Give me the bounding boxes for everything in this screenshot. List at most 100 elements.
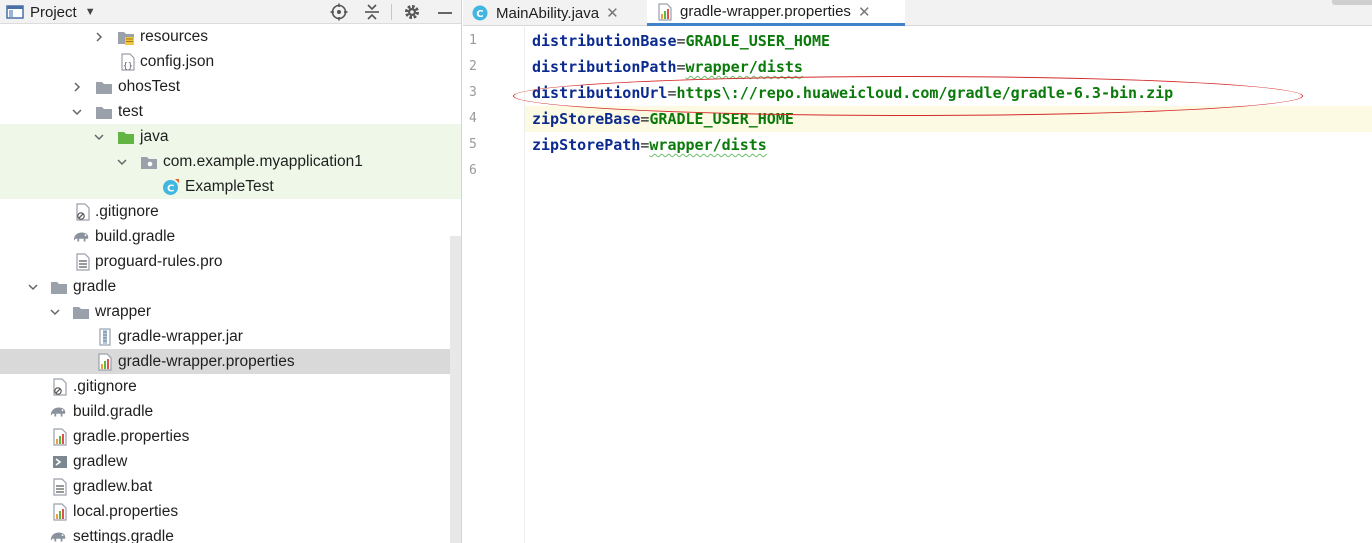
java-class-icon: C xyxy=(472,5,488,21)
property-key: distributionUrl xyxy=(532,84,668,102)
locate-file-button[interactable] xyxy=(329,2,349,22)
properties-file-icon xyxy=(658,2,672,21)
property-value: wrapper/dists xyxy=(649,136,767,154)
chevron-down-icon[interactable] xyxy=(92,124,106,149)
crosshair-icon xyxy=(330,3,348,21)
text-file-icon xyxy=(51,474,69,499)
tree-item-label: local.properties xyxy=(73,503,179,520)
tree-item-gradle-wrapper-properties[interactable]: gradle-wrapper.properties xyxy=(0,349,461,374)
tree-item-label: gradlew.bat xyxy=(73,478,153,495)
chevron-down-icon[interactable] xyxy=(115,149,129,174)
properties-file-icon xyxy=(51,424,69,449)
chevron-right-icon[interactable] xyxy=(70,74,84,99)
tree-item-settings-gradle[interactable]: settings.gradle xyxy=(0,524,461,543)
tree-item-config-json[interactable]: {} config.json xyxy=(0,49,461,74)
tree-item-local-properties[interactable]: local.properties xyxy=(0,499,461,524)
gitignore-file-icon xyxy=(74,199,92,224)
tree-item-java[interactable]: java xyxy=(0,124,461,149)
text-file-icon xyxy=(74,249,92,274)
tab-mainability-java[interactable]: C MainAbility.java ✕ xyxy=(471,0,646,26)
property-key: distributionPath xyxy=(532,58,677,76)
tree-item-label: .gitignore xyxy=(95,203,159,220)
svg-text:{}: {} xyxy=(123,61,133,70)
property-key: distributionBase xyxy=(532,32,677,50)
project-panel-header: Project ▼ xyxy=(0,0,461,24)
tree-item-gitignore-root[interactable]: .gitignore xyxy=(0,374,461,399)
tree-item-label: gradlew xyxy=(73,453,128,470)
tree-item-build-gradle-root[interactable]: build.gradle xyxy=(0,399,461,424)
tree-item-label: proguard-rules.pro xyxy=(95,253,223,270)
gitignore-file-icon xyxy=(51,374,69,399)
tree-item-package[interactable]: com.example.myapplication1 xyxy=(0,149,461,174)
close-icon[interactable]: ✕ xyxy=(858,3,871,21)
project-view-selector[interactable]: Project ▼ xyxy=(6,2,96,22)
tree-item-gradle-wrapper-jar[interactable]: gradle-wrapper.jar xyxy=(0,324,461,349)
close-icon[interactable]: ✕ xyxy=(606,4,619,22)
tree-item-label: build.gradle xyxy=(95,228,176,245)
package-icon xyxy=(140,149,158,174)
collapse-all-icon xyxy=(365,4,379,20)
tree-item-resources[interactable]: resources xyxy=(0,24,461,49)
tree-item-proguard[interactable]: proguard-rules.pro xyxy=(0,249,461,274)
svg-text:C: C xyxy=(476,9,483,20)
folder-icon xyxy=(50,274,68,299)
tree-item-label: gradle xyxy=(73,278,117,295)
tree-scrollbar[interactable] xyxy=(450,236,461,543)
tree-item-ohostest[interactable]: ohosTest xyxy=(0,74,461,99)
editor-tab-bar: C MainAbility.java ✕ gradle-wrapper.prop… xyxy=(463,0,1372,26)
property-value: wrapper/dists xyxy=(685,58,803,76)
line-number: 3 xyxy=(469,85,477,100)
tree-item-build-gradle[interactable]: build.gradle xyxy=(0,224,461,249)
line-number: 4 xyxy=(469,111,477,126)
tree-item-wrapper[interactable]: wrapper xyxy=(0,299,461,324)
line-number: 1 xyxy=(469,33,477,48)
code-line[interactable]: distributionBase=GRADLE_USER_HOME xyxy=(525,28,1372,54)
line-number: 2 xyxy=(469,59,477,74)
line-number: 5 xyxy=(469,137,477,152)
hide-panel-button[interactable] xyxy=(435,2,455,22)
chevron-down-icon[interactable] xyxy=(48,299,62,324)
tab-label: gradle-wrapper.properties xyxy=(680,3,851,20)
tree-item-label: ohosTest xyxy=(118,78,181,95)
code-line[interactable]: distributionPath=wrapper/dists xyxy=(525,54,1372,80)
code-line-current[interactable]: zipStoreBase=GRADLE_USER_HOME xyxy=(525,106,1372,132)
chevron-down-icon[interactable] xyxy=(26,274,40,299)
chevron-down-icon[interactable] xyxy=(70,99,84,124)
project-window-icon xyxy=(6,5,24,19)
folder-icon xyxy=(95,74,113,99)
tab-gradle-wrapper-properties[interactable]: gradle-wrapper.properties ✕ xyxy=(647,0,905,26)
folder-resources-icon xyxy=(117,24,135,49)
property-key: zipStorePath xyxy=(532,136,641,154)
tree-item-label: config.json xyxy=(140,53,215,70)
tree-item-gitignore[interactable]: .gitignore xyxy=(0,199,461,224)
json-file-icon: {} xyxy=(119,49,137,74)
tree-item-label: .gitignore xyxy=(73,378,137,395)
folder-icon xyxy=(95,99,113,124)
code-line-empty[interactable] xyxy=(525,158,1372,184)
code-editor[interactable]: distributionBase=GRADLE_USER_HOME distri… xyxy=(525,27,1372,543)
tree-item-label: com.example.myapplication1 xyxy=(163,153,363,170)
tree-item-gradlew-bat[interactable]: gradlew.bat xyxy=(0,474,461,499)
tree-item-exampletest[interactable]: C ExampleTest xyxy=(0,174,461,199)
property-value: https\://repo.huaweicloud.com/gradle/gra… xyxy=(676,84,1174,102)
tree-item-label: build.gradle xyxy=(73,403,154,420)
editor-scrollbar-thumb[interactable] xyxy=(1332,0,1372,5)
minimize-icon xyxy=(438,12,452,14)
collapse-all-button[interactable] xyxy=(362,2,382,22)
tree-item-gradle-folder[interactable]: gradle xyxy=(0,274,461,299)
line-number: 6 xyxy=(469,163,477,178)
settings-button[interactable] xyxy=(402,2,422,22)
gradle-elephant-icon xyxy=(72,224,90,249)
tree-item-gradle-properties[interactable]: gradle.properties xyxy=(0,424,461,449)
property-value: GRADLE_USER_HOME xyxy=(649,110,794,128)
chevron-right-icon[interactable] xyxy=(92,24,106,49)
code-line[interactable]: zipStorePath=wrapper/dists xyxy=(525,132,1372,158)
tree-item-gradlew[interactable]: gradlew xyxy=(0,449,461,474)
project-tool-window: Project ▼ resources {} config.json ohosT… xyxy=(0,0,462,543)
tree-item-test[interactable]: test xyxy=(0,99,461,124)
properties-file-icon xyxy=(51,499,69,524)
tree-item-label: gradle-wrapper.jar xyxy=(118,328,243,345)
code-line[interactable]: distributionUrl=https\://repo.huaweiclou… xyxy=(525,80,1372,106)
tree-item-label: java xyxy=(140,128,169,145)
gradle-elephant-icon xyxy=(49,524,67,543)
